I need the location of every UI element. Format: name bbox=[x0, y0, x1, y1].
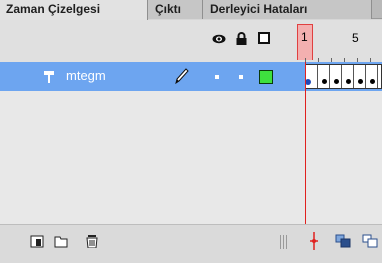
keyframe-dot bbox=[322, 79, 327, 84]
outline-icon[interactable] bbox=[258, 32, 270, 44]
keyframe-dot bbox=[346, 79, 351, 84]
tab-output[interactable]: Çıktı bbox=[148, 0, 203, 19]
delete-icon[interactable] bbox=[85, 235, 99, 248]
eye-icon[interactable] bbox=[212, 34, 226, 44]
layer-icon bbox=[44, 71, 54, 83]
layer-list-empty bbox=[0, 91, 297, 224]
tab-timeline[interactable]: Zaman Çizelgesi bbox=[0, 0, 148, 20]
current-frame-number: 1 bbox=[301, 30, 308, 44]
onion-outline-icon[interactable] bbox=[362, 234, 378, 248]
keyframe-dot bbox=[334, 79, 339, 84]
frames-empty bbox=[297, 91, 382, 224]
new-layer-icon[interactable] bbox=[30, 235, 44, 248]
frame-cell[interactable] bbox=[354, 65, 366, 88]
layer-row[interactable]: mtegm bbox=[0, 62, 297, 91]
frame-number-5: 5 bbox=[352, 31, 359, 45]
frame-strip[interactable] bbox=[305, 64, 382, 89]
center-frame-icon[interactable] bbox=[309, 232, 319, 250]
lock-toggle[interactable] bbox=[239, 75, 243, 79]
tab-bar: Zaman Çizelgesi Çıktı Derleyici Hataları bbox=[0, 0, 382, 20]
onion-skin-icon[interactable] bbox=[335, 234, 351, 248]
frames-area[interactable] bbox=[297, 62, 382, 91]
frame-cell[interactable] bbox=[342, 65, 354, 88]
timeline-toolbar bbox=[0, 224, 382, 263]
layer-name[interactable]: mtegm bbox=[66, 68, 106, 83]
keyframe-dot bbox=[358, 79, 363, 84]
timeline-header: 1 5 bbox=[0, 20, 382, 62]
frame-cell[interactable] bbox=[318, 65, 330, 88]
panel-resize-grip[interactable] bbox=[280, 235, 290, 249]
visibility-toggle[interactable] bbox=[215, 75, 219, 79]
outline-color-swatch[interactable] bbox=[259, 70, 273, 84]
frame-cell[interactable] bbox=[330, 65, 342, 88]
lock-icon[interactable] bbox=[236, 32, 247, 45]
pencil-icon bbox=[175, 68, 189, 85]
frame-cell[interactable] bbox=[366, 65, 378, 88]
keyframe-dot bbox=[370, 79, 375, 84]
new-folder-icon[interactable] bbox=[54, 235, 68, 248]
tab-compiler-errors[interactable]: Derleyici Hataları bbox=[203, 0, 372, 19]
